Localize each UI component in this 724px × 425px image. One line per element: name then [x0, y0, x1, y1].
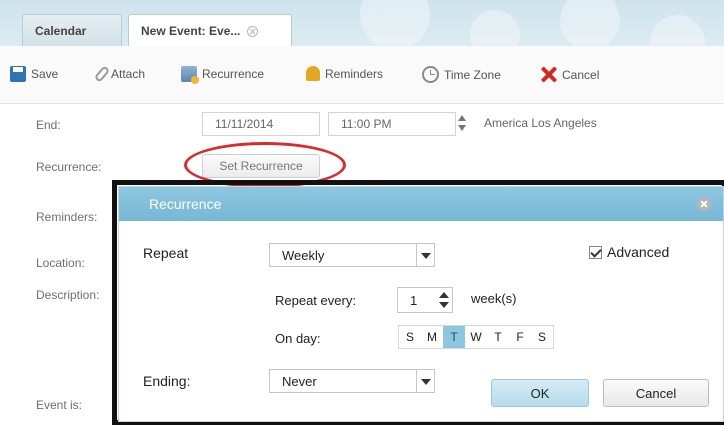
- day-thursday[interactable]: T: [487, 326, 509, 348]
- end-time-input[interactable]: 11:00 PM: [328, 112, 456, 136]
- reminders-button[interactable]: Reminders: [306, 66, 383, 81]
- bell-icon: [306, 66, 320, 81]
- time-stepper[interactable]: [458, 112, 467, 134]
- event-is-label: Event is:: [36, 398, 83, 412]
- end-label: End:: [36, 118, 61, 132]
- background-decoration: [560, 0, 620, 46]
- ending-value: Never: [282, 373, 317, 389]
- reminders-label: Reminders: [325, 66, 384, 81]
- attach-button[interactable]: Attach: [93, 65, 146, 83]
- background-decoration: [360, 0, 430, 46]
- cancel-icon: [540, 66, 557, 83]
- reminders-label: Reminders:: [36, 210, 98, 224]
- close-icon[interactable]: [247, 25, 259, 37]
- tab-calendar[interactable]: Calendar: [22, 14, 122, 46]
- recurrence-dialog: Recurrence Repeat Weekly Advanced Repeat…: [118, 186, 724, 422]
- advanced-label: Advanced: [607, 244, 670, 260]
- recurrence-button[interactable]: Recurrence: [181, 66, 265, 84]
- repeat-every-label: Repeat every:: [275, 293, 356, 308]
- repeat-every-stepper[interactable]: 1: [397, 287, 453, 313]
- dialog-title: Recurrence: [149, 196, 222, 212]
- location-label: Location:: [36, 256, 85, 270]
- time-zone-button[interactable]: Time Zone: [422, 66, 501, 83]
- repeat-value: Weekly: [282, 247, 325, 263]
- background-decoration: [470, 10, 520, 46]
- chevron-down-icon: [416, 244, 434, 266]
- day-saturday[interactable]: S: [531, 326, 553, 348]
- tab-new-event[interactable]: New Event: Eve...: [128, 14, 292, 46]
- clock-icon: [422, 66, 439, 83]
- day-monday[interactable]: M: [421, 326, 443, 348]
- day-tuesday[interactable]: T: [443, 326, 465, 348]
- background-decoration: [650, 15, 705, 46]
- day-sunday[interactable]: S: [399, 326, 421, 348]
- recurrence-label: Recurrence:: [36, 160, 102, 174]
- day-wednesday[interactable]: W: [465, 326, 487, 348]
- description-label: Description:: [36, 288, 100, 302]
- ending-select[interactable]: Never: [269, 369, 435, 393]
- time-zone-label: Time Zone: [444, 67, 501, 82]
- advanced-checkbox[interactable]: [589, 246, 602, 259]
- recurrence-label: Recurrence: [202, 67, 265, 81]
- close-icon[interactable]: [697, 197, 711, 211]
- timezone-value: America Los Angeles: [484, 116, 597, 130]
- tab-label: Calendar: [35, 23, 87, 38]
- save-label: Save: [31, 67, 59, 81]
- repeat-every-value: 1: [410, 292, 418, 308]
- save-icon: [10, 66, 26, 82]
- ending-label: Ending:: [143, 373, 191, 389]
- stepper-arrows-icon[interactable]: [438, 289, 450, 311]
- cancel-button[interactable]: Cancel: [540, 66, 599, 83]
- ok-button[interactable]: OK: [491, 379, 589, 407]
- paperclip-icon: [93, 65, 111, 83]
- chevron-down-icon: [416, 370, 434, 392]
- end-date-input[interactable]: 11/11/2014: [202, 112, 320, 136]
- repeat-label: Repeat: [143, 245, 189, 261]
- recurrence-icon: [181, 66, 199, 84]
- day-friday[interactable]: F: [509, 326, 531, 348]
- cancel-label: Cancel: [562, 67, 600, 82]
- repeat-every-unit: week(s): [471, 291, 517, 306]
- repeat-select[interactable]: Weekly: [269, 243, 435, 267]
- on-day-label: On day:: [275, 331, 321, 346]
- save-button[interactable]: Save: [10, 66, 58, 82]
- dialog-cancel-button[interactable]: Cancel: [603, 379, 709, 407]
- day-picker: S M T W T F S: [398, 325, 554, 349]
- tab-bar: Calendar New Event: Eve...: [0, 0, 724, 46]
- toolbar: Save Attach Recurrence Reminders Time Zo…: [0, 46, 724, 104]
- attach-label: Attach: [111, 67, 146, 81]
- dialog-title-bar: Recurrence: [119, 187, 723, 221]
- tab-label: New Event: Eve...: [141, 24, 241, 38]
